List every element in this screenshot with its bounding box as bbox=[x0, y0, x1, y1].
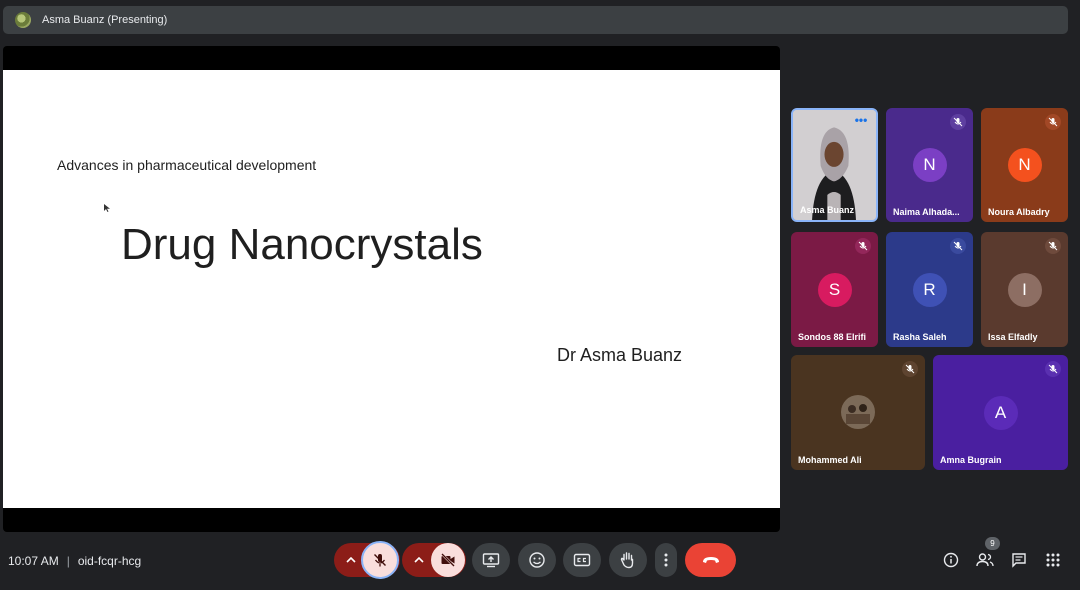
mic-muted-icon bbox=[1045, 361, 1061, 377]
participant-initial-avatar: I bbox=[1007, 272, 1042, 307]
audio-options-button[interactable] bbox=[342, 543, 360, 577]
participant-name: Asma Buanz bbox=[800, 205, 855, 215]
participant-name: Issa Elfadly bbox=[988, 332, 1038, 342]
end-call-icon bbox=[702, 557, 719, 563]
people-icon bbox=[976, 553, 994, 567]
leave-call-button[interactable] bbox=[685, 543, 736, 577]
participant-name: Noura Albadry bbox=[988, 207, 1050, 217]
meeting-info: 10:07 AM | oid-fcqr-hcg bbox=[8, 554, 141, 568]
slide-author: Dr Asma Buanz bbox=[557, 345, 683, 365]
clock: 10:07 AM bbox=[8, 554, 59, 568]
divider: | bbox=[66, 554, 70, 568]
participant-initial-avatar: N bbox=[912, 148, 947, 182]
present-screen-button[interactable] bbox=[472, 543, 510, 577]
slide-title: Drug Nanocrystals bbox=[121, 220, 483, 269]
mic-muted-icon bbox=[855, 238, 871, 254]
slide-subtitle: Advances in pharmaceutical development bbox=[57, 157, 317, 173]
raise-hand-button[interactable] bbox=[609, 543, 647, 577]
slide: Advances in pharmaceutical development D… bbox=[3, 70, 780, 508]
participant-initial-avatar: A bbox=[983, 395, 1018, 430]
participant-tile[interactable]: R Rasha Saleh bbox=[886, 232, 973, 347]
reactions-button[interactable] bbox=[518, 543, 556, 577]
camera-control-group bbox=[402, 543, 466, 577]
participant-name: Naima Alhada... bbox=[893, 207, 960, 217]
participant-initial-avatar: N bbox=[1007, 148, 1042, 182]
more-options-button[interactable] bbox=[655, 543, 677, 577]
mic-off-icon bbox=[374, 554, 386, 567]
participant-tile[interactable]: S Sondos 88 Elrifi bbox=[791, 232, 878, 347]
participant-name: Rasha Saleh bbox=[893, 332, 947, 342]
mic-muted-icon bbox=[950, 238, 966, 254]
participant-initial-avatar: R bbox=[912, 272, 947, 307]
participant-tile[interactable]: A Amna Bugrain bbox=[933, 355, 1068, 470]
mic-control-group bbox=[334, 541, 400, 579]
meeting-code: oid-fcqr-hcg bbox=[77, 554, 142, 568]
participant-tile[interactable]: Mohammed Ali bbox=[791, 355, 925, 470]
presenter-avatar bbox=[15, 12, 31, 28]
video-options-button[interactable] bbox=[410, 543, 428, 577]
more-options-icon[interactable]: ••• bbox=[852, 114, 870, 128]
participant-tile[interactable]: I Issa Elfadly bbox=[981, 232, 1068, 347]
chevron-up-icon bbox=[414, 557, 424, 563]
people-count-badge: 9 bbox=[985, 537, 1000, 550]
mic-muted-icon bbox=[1045, 114, 1061, 130]
participant-tile[interactable]: N Noura Albadry bbox=[981, 108, 1068, 222]
present-screen-icon bbox=[482, 553, 500, 568]
presenter-name: Asma Buanz (Presenting) bbox=[42, 14, 168, 26]
captions-icon bbox=[573, 553, 591, 567]
people-button[interactable] bbox=[975, 550, 995, 570]
info-icon bbox=[943, 552, 959, 568]
camera-off-icon bbox=[441, 553, 455, 567]
activities-button[interactable] bbox=[1043, 550, 1063, 570]
participant-tile[interactable]: N Naima Alhada... bbox=[886, 108, 973, 222]
captions-button[interactable] bbox=[563, 543, 601, 577]
participant-name: Amna Bugrain bbox=[940, 455, 1002, 465]
participant-initial-avatar: S bbox=[817, 272, 852, 307]
mic-muted-icon bbox=[902, 361, 918, 377]
meeting-details-button[interactable] bbox=[941, 550, 961, 570]
camera-toggle-button[interactable] bbox=[431, 543, 465, 577]
mouse-cursor-icon bbox=[104, 204, 110, 212]
presentation-stage[interactable]: Advances in pharmaceutical development D… bbox=[3, 46, 780, 532]
participant-photo-avatar bbox=[841, 395, 875, 429]
participant-tile-self[interactable]: ••• Asma Buanz bbox=[791, 108, 878, 222]
mic-muted-icon bbox=[1045, 238, 1061, 254]
participant-name: Sondos 88 Elrifi bbox=[798, 332, 867, 342]
raise-hand-icon bbox=[620, 552, 634, 569]
mic-toggle-button[interactable] bbox=[361, 541, 399, 579]
apps-grid-icon bbox=[1046, 553, 1060, 567]
mic-muted-icon bbox=[950, 114, 966, 130]
emoji-icon bbox=[529, 552, 545, 568]
chevron-up-icon bbox=[346, 557, 356, 563]
participant-name: Mohammed Ali bbox=[798, 455, 862, 465]
more-vert-icon bbox=[664, 553, 668, 567]
chat-icon bbox=[1012, 553, 1026, 568]
chat-button[interactable] bbox=[1009, 550, 1029, 570]
presenter-bar: Asma Buanz (Presenting) bbox=[3, 6, 1068, 34]
bottom-bar: 10:07 AM | oid-fcqr-hcg 9 bbox=[0, 537, 1080, 582]
